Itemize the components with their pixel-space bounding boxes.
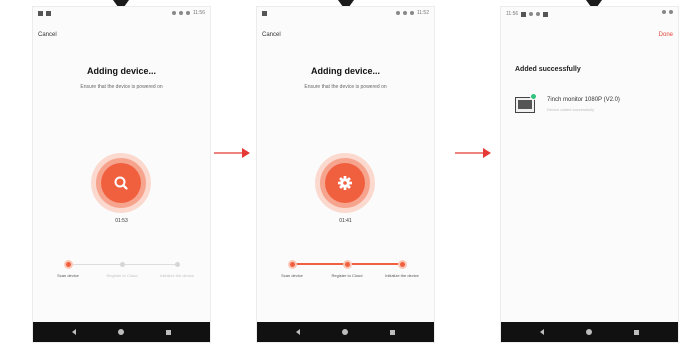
back-icon[interactable]	[296, 329, 300, 335]
step-label-scan: Scan device	[281, 273, 303, 278]
notification-icon	[521, 11, 527, 17]
recent-apps-icon[interactable]	[166, 329, 171, 335]
step-label-initialize: Initialize the device	[385, 273, 419, 278]
done-button[interactable]: Done	[659, 32, 673, 38]
page-subtitle: Ensure that the device is powered on	[304, 84, 387, 90]
progress-ring	[315, 153, 375, 213]
battery-icon	[409, 11, 414, 15]
status-time: 11:56	[506, 11, 519, 17]
phone-screen-2: 11:52 Cancel Adding device... Ensure tha…	[256, 6, 435, 343]
notification-icon	[543, 11, 549, 17]
search-icon	[114, 176, 128, 190]
status-bar: 11:56	[501, 7, 678, 21]
step-label-register: Register to Cloud	[331, 273, 363, 278]
step-label-register: Register to Cloud	[106, 273, 138, 278]
android-nav-bar	[33, 322, 210, 342]
notification-icon	[262, 11, 267, 16]
progress-steps: Scan device Register to Cloud Initialize…	[33, 260, 210, 290]
notification-icon	[46, 11, 51, 16]
flow-arrow-icon	[214, 148, 250, 158]
status-bar: 11:56	[33, 7, 210, 21]
cancel-button[interactable]: Cancel	[262, 32, 281, 38]
home-icon[interactable]	[342, 329, 348, 335]
status-time: 11:52	[416, 10, 429, 16]
wifi-icon	[402, 11, 407, 15]
success-heading: Added successfully	[515, 66, 581, 73]
back-icon[interactable]	[72, 329, 76, 335]
page-subtitle: Ensure that the device is powered on	[80, 84, 163, 90]
bluetooth-icon	[395, 11, 400, 15]
wifi-icon	[662, 10, 666, 14]
battery-icon	[185, 11, 190, 15]
countdown-timer: 01:53	[115, 218, 128, 224]
android-nav-bar	[257, 322, 434, 342]
phone-screen-1: 11:56 Cancel Adding device... Ensure tha…	[32, 6, 211, 343]
phone-screen-3: 11:56 Done Added successfully 7inch moni…	[500, 6, 679, 343]
bluetooth-icon	[171, 11, 176, 15]
recent-apps-icon[interactable]	[390, 329, 395, 335]
device-item[interactable]: 7inch monitor 1080P (V2.0) Device added …	[515, 93, 675, 121]
step-dot-register	[120, 262, 125, 267]
notification-icon	[529, 12, 534, 16]
device-subtitle: Device added successfully	[547, 107, 595, 112]
progress-steps: Scan device Register to Cloud Initialize…	[257, 260, 434, 290]
home-icon[interactable]	[118, 329, 124, 335]
step-dot-scan	[64, 260, 73, 269]
wifi-icon	[178, 11, 183, 15]
notification-icon	[38, 11, 43, 16]
flow-arrow-icon	[455, 148, 491, 158]
android-nav-bar	[501, 322, 678, 342]
step-dot-scan	[288, 260, 297, 269]
page-title: Adding device...	[310, 66, 380, 76]
status-time: 11:56	[192, 10, 205, 16]
step-dot-initialize	[398, 260, 407, 269]
back-icon[interactable]	[540, 329, 544, 335]
home-icon[interactable]	[586, 329, 592, 335]
step-label-initialize: Initialize the device	[160, 273, 194, 278]
recent-apps-icon[interactable]	[634, 329, 639, 335]
progress-ring	[91, 153, 151, 213]
step-label-scan: Scan device	[57, 273, 79, 278]
step-dot-initialize	[175, 262, 180, 267]
check-badge-icon	[530, 93, 537, 100]
device-name: 7inch monitor 1080P (V2.0)	[547, 97, 620, 103]
notification-icon	[536, 12, 541, 16]
status-bar: 11:52	[257, 7, 434, 21]
cancel-button[interactable]: Cancel	[38, 32, 57, 38]
countdown-timer: 01:41	[339, 218, 352, 224]
step-dot-register	[343, 260, 352, 269]
gear-icon	[338, 176, 352, 190]
page-title: Adding device...	[86, 66, 156, 76]
battery-icon	[669, 10, 673, 14]
